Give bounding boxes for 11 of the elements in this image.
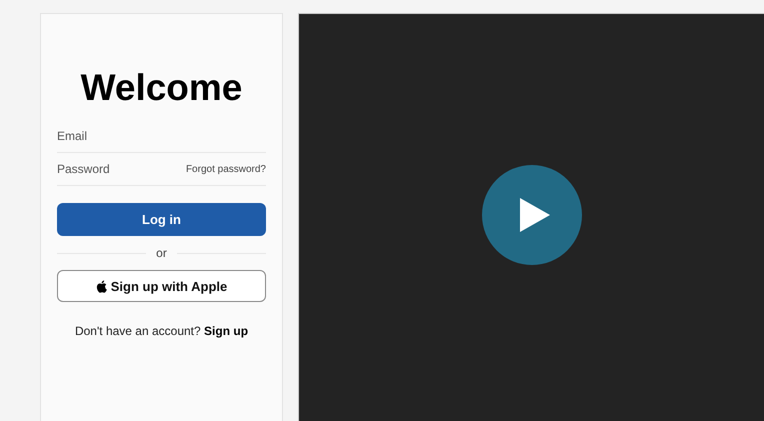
signup-prompt: Don't have an account? Sign up (74, 324, 250, 338)
welcome-title: Welcome (80, 66, 244, 110)
forgot-password-link[interactable]: Forgot password? (186, 164, 266, 174)
divider-text: or (156, 246, 167, 260)
signup-link[interactable]: Sign up (204, 324, 248, 338)
play-icon (520, 198, 550, 232)
login-button[interactable]: Log in (57, 203, 266, 236)
apple-icon (96, 280, 107, 292)
apple-signup-button[interactable]: Sign up with Apple (57, 270, 266, 302)
password-field[interactable]: Password (57, 162, 186, 176)
email-field[interactable]: Email (57, 129, 266, 143)
